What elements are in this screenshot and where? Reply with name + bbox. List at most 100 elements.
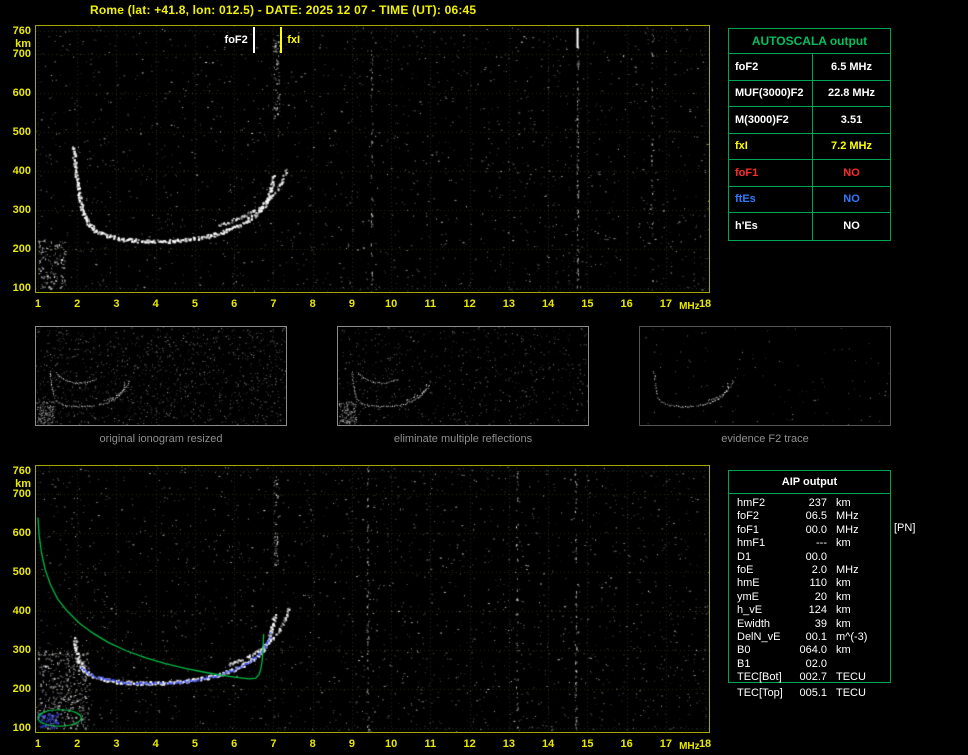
- autoscala-row-label: h'Es: [729, 213, 813, 240]
- y-tick-label: 100: [12, 282, 31, 295]
- y-tick-label: 100: [12, 722, 31, 735]
- top-ionogram-plot: [35, 25, 710, 293]
- aip-label: B0: [737, 644, 751, 657]
- aip-label: foF2: [737, 510, 760, 523]
- autoscala-window: Rome (lat: +41.8, lon: 012.5) - DATE: 20…: [0, 0, 968, 755]
- fof2-marker-line: [252, 27, 255, 53]
- x-tick-label: 6: [231, 738, 238, 750]
- x-tick-label: 1: [34, 738, 42, 750]
- fxi-marker-label: fxI: [287, 34, 301, 46]
- thumbnail-caption-evidence: evidence F2 trace: [721, 433, 809, 445]
- y-tick-label: 600: [12, 527, 31, 540]
- tec-top-unit: TECU: [836, 687, 866, 699]
- aip-unit: km: [836, 537, 851, 550]
- aip-row-delnve: DelN_vE 00.1 m^(-3): [729, 631, 890, 644]
- x-tick-label: 10: [385, 298, 398, 310]
- fof1-pn-note: [PN]: [894, 522, 916, 534]
- x-tick-label: 12: [463, 298, 476, 310]
- tec-top-label: TEC[Top]: [737, 687, 783, 699]
- y-axis-unit-label: km: [15, 37, 31, 50]
- y-tick-label: 700: [12, 488, 31, 501]
- aip-row-hve: h_vE 124 km: [729, 604, 890, 617]
- x-tick-label: 9: [348, 738, 355, 750]
- x-tick-label: 12: [463, 738, 476, 750]
- thumbnail-caption-eliminate: eliminate multiple reflections: [393, 433, 533, 445]
- autoscala-row-fof1: foF1 NO: [729, 160, 890, 187]
- autoscala-row-m3000f2: M(3000)F2 3.51: [729, 107, 890, 134]
- aip-row-ewidth: Ewidth 39 km: [729, 618, 890, 631]
- aip-value: 124: [808, 604, 827, 617]
- x-tick-label: 11: [424, 298, 437, 310]
- aip-unit: km: [836, 617, 851, 630]
- aip-output-table: AIP output hmF2 237 km foF2 06.5 MHz foF1 00.0 M…: [728, 470, 891, 683]
- autoscala-row-label: M(3000)F2: [729, 107, 813, 133]
- x-tick-label: 7: [270, 738, 277, 750]
- x-tick-label: 15: [581, 738, 594, 750]
- aip-unit: m^(-3): [836, 630, 868, 643]
- tec-top-value: 005.1: [799, 687, 827, 699]
- thumbnail-original-canvas: [36, 327, 286, 425]
- autoscala-row-label: ftEs: [729, 186, 813, 212]
- x-tick-label: 8: [309, 738, 316, 750]
- y-tick-label: 400: [12, 605, 31, 618]
- aip-row-yme: ymE 20 km: [729, 591, 890, 604]
- autoscala-row-hes: h'Es NO: [729, 213, 890, 240]
- fxi-marker-line: [280, 27, 283, 53]
- autoscala-row-value: NO: [843, 166, 860, 179]
- aip-row-d1: D1 00.0: [729, 551, 890, 564]
- autoscala-row-label: foF1: [729, 160, 813, 186]
- aip-row-hmf1: hmF1 --- km: [729, 537, 890, 550]
- fof2-marker-label: foF2: [224, 34, 248, 46]
- autoscala-row-label: MUF(3000)F2: [729, 80, 813, 106]
- aip-row-tecbot: TEC[Bot] 002.7 TECU: [729, 671, 890, 684]
- thumbnail-original-ionogram: [35, 326, 287, 426]
- autoscala-row-value: 22.8 MHz: [827, 87, 876, 100]
- aip-value: 064.0: [799, 644, 827, 657]
- y-tick-label: 300: [12, 644, 31, 657]
- aip-label: hmE: [737, 577, 760, 590]
- aip-label: Ewidth: [737, 617, 771, 630]
- autoscala-row-label: fxI: [729, 133, 813, 159]
- x-axis-unit-label: MHz: [679, 301, 700, 312]
- aip-value: ---: [816, 537, 827, 550]
- y-tick-label: 700: [12, 48, 31, 61]
- x-tick-label: 14: [541, 738, 555, 750]
- x-tick-label: 11: [424, 738, 437, 750]
- x-tick-label: 16: [620, 738, 633, 750]
- autoscala-row-value: NO: [843, 220, 860, 233]
- x-tick-label: 2: [74, 738, 81, 750]
- x-tick-label: 3: [113, 738, 120, 750]
- autoscala-row-value: 6.5 MHz: [831, 60, 872, 73]
- thumbnail-evidence-f2: [639, 326, 891, 426]
- y-tick-label: 760: [12, 24, 31, 37]
- y-tick-label: 200: [12, 683, 31, 696]
- x-tick-label: 6: [231, 298, 238, 310]
- aip-label: ymE: [737, 590, 759, 603]
- autoscala-row-value: 7.2 MHz: [831, 140, 872, 153]
- y-tick-label: 300: [12, 204, 31, 217]
- tec-top-row: TEC[Top] 005.1 TECU: [729, 687, 890, 700]
- autoscala-row-ftes: ftEs NO: [729, 186, 890, 213]
- aip-value: 06.5: [805, 510, 827, 523]
- autoscala-table-body: foF2 6.5 MHz MUF(3000)F2 22.8 MHz M(3000)F2 3…: [729, 54, 890, 240]
- x-tick-label: 3: [113, 298, 120, 310]
- x-tick-label: 1: [34, 298, 42, 310]
- autoscala-row-muf3000f2: MUF(3000)F2 22.8 MHz: [729, 80, 890, 107]
- x-tick-label: 9: [348, 298, 355, 310]
- aip-table-body: hmF2 237 km foF2 06.5 MHz foF1 00.0 MHz hmF1 --- km…: [729, 494, 890, 684]
- aip-label: h_vE: [737, 604, 763, 617]
- aip-value: 110: [809, 577, 827, 590]
- aip-unit: MHz: [836, 510, 859, 523]
- aip-label: D1: [737, 550, 752, 563]
- aip-value: 237: [808, 497, 827, 509]
- aip-row-b1: B1 02.0: [729, 658, 890, 671]
- aip-label: hmF2: [737, 497, 766, 509]
- autoscala-row-fof2: foF2 6.5 MHz: [729, 54, 890, 81]
- x-tick-label: 7: [270, 298, 277, 310]
- x-tick-label: 16: [620, 298, 633, 310]
- autoscala-row-label: foF2: [729, 54, 813, 80]
- aip-row-b0: B0 064.0 km: [729, 644, 890, 657]
- bottom-ionogram-canvas: [36, 466, 709, 732]
- y-tick-label: 400: [12, 165, 31, 178]
- aip-label: foE: [737, 563, 754, 576]
